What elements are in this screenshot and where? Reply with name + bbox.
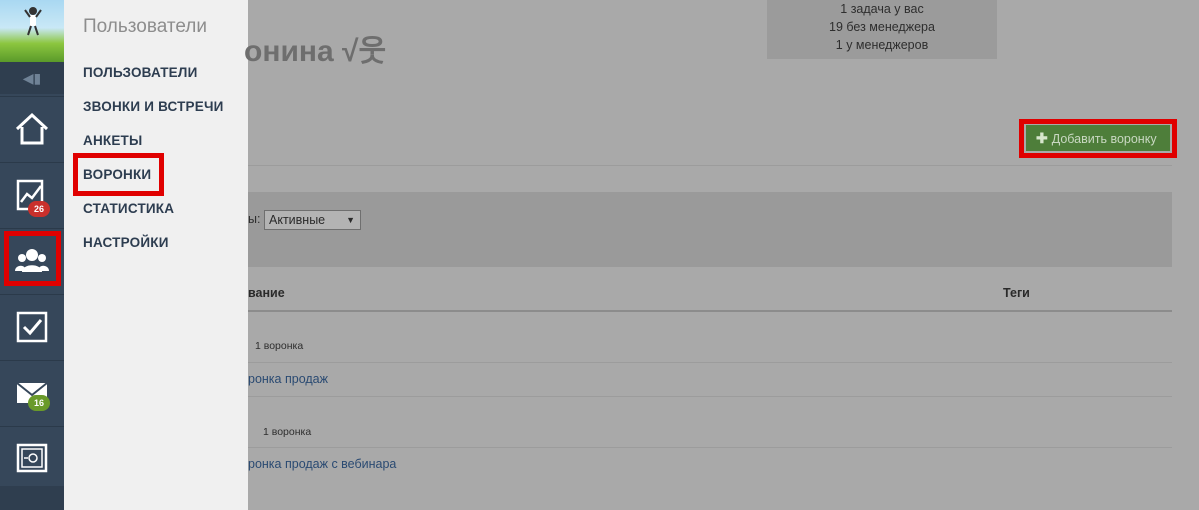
row-funnel-count: 1 воронка: [255, 340, 304, 352]
row-funnel-count: 1 воронка: [263, 426, 312, 438]
stat-line-managers: 1 у менеджеров: [835, 38, 929, 52]
page-title: онина √웃: [244, 35, 387, 68]
users-flyout-menu: Пользователи ПОЛЬЗОВАТЕЛИ ЗВОНКИ И ВСТРЕ…: [64, 0, 248, 510]
stat-line-no-manager: 19 без менеджера: [829, 20, 935, 34]
funnel-link[interactable]: ронка продаж с вебинара: [248, 457, 396, 471]
filter-label: ы:: [248, 212, 261, 226]
menu-item-surveys[interactable]: АНКЕТЫ: [83, 133, 142, 148]
mail-badge: 16: [28, 395, 51, 411]
status-select-value: Активные: [269, 213, 326, 227]
stat-line-tasks: 1 задача у вас: [840, 2, 924, 16]
highlight-users-icon: [4, 231, 61, 286]
home-icon: [15, 112, 49, 145]
row-divider: [248, 362, 1172, 363]
highlight-funnels-item: [73, 153, 164, 196]
rail-item-home[interactable]: [0, 96, 64, 162]
status-select[interactable]: Активные ▼: [264, 210, 361, 230]
checkbox-icon: [16, 311, 48, 343]
highlight-add-funnel-button: [1019, 119, 1177, 158]
rail-footer: [0, 486, 64, 510]
stats-badge: 26: [28, 201, 51, 217]
column-header-name: вание: [248, 286, 285, 300]
rail-item-stats[interactable]: 26: [0, 162, 64, 228]
row-divider: [248, 447, 1172, 448]
filter-panel: [248, 192, 1172, 267]
avatar-figure-icon: [24, 7, 42, 36]
rail-item-tasks[interactable]: [0, 294, 64, 360]
megaphone-icon[interactable]: ◀▮: [0, 62, 64, 94]
safe-icon: [16, 443, 48, 473]
menu-item-users[interactable]: ПОЛЬЗОВАТЕЛИ: [83, 65, 197, 80]
avatar[interactable]: [0, 0, 64, 62]
menu-item-settings[interactable]: НАСТРОЙКИ: [83, 235, 169, 250]
rail-item-mail[interactable]: 16: [0, 360, 64, 426]
row-divider: [248, 396, 1172, 397]
task-stats-panel: 1 задача у вас 19 без менеджера 1 у мене…: [767, 0, 997, 59]
funnel-link[interactable]: ронка продаж: [248, 372, 328, 386]
column-header-tags: Теги: [1003, 286, 1030, 300]
flyout-title: Пользователи: [83, 16, 208, 37]
menu-item-statistics[interactable]: СТАТИСТИКА: [83, 201, 174, 216]
divider: [248, 165, 1172, 166]
header-divider: [248, 310, 1172, 312]
menu-item-calls-meetings[interactable]: ЗВОНКИ И ВСТРЕЧИ: [83, 99, 224, 114]
rail-item-settings[interactable]: [0, 426, 64, 492]
chevron-down-icon: ▼: [346, 215, 355, 225]
